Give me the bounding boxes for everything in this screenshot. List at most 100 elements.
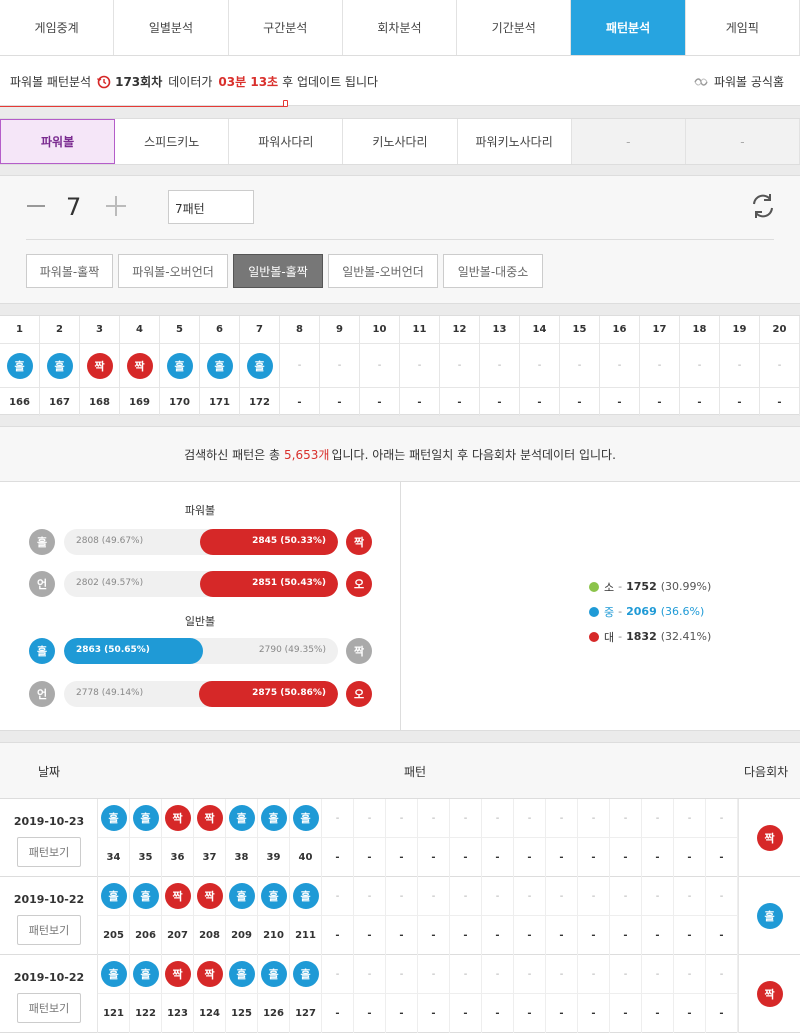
pattern-type-button[interactable]: 일반볼-대중소 — [443, 254, 543, 288]
empty-cell: - — [559, 968, 564, 980]
right-result-ball: 오 — [346, 571, 372, 597]
game-tab[interactable]: 파워사다리 — [229, 119, 344, 164]
history-round: 126 — [263, 1008, 284, 1019]
round-number: 170 — [169, 396, 190, 408]
round-number: - — [577, 396, 582, 408]
pattern-select[interactable]: 7패턴 — [168, 190, 254, 224]
history-round: 123 — [167, 1008, 188, 1019]
header-next: 다음회차 — [744, 765, 789, 779]
empty-cell: - — [527, 968, 532, 980]
history-cell: -- — [450, 955, 482, 1033]
history-cell: -- — [482, 955, 514, 1033]
empty-cell: - — [527, 812, 532, 824]
notice-suffix: 후 업데이트 됩니다 — [282, 75, 379, 89]
pattern-type-button[interactable]: 일반볼-홀짝 — [233, 254, 323, 288]
left-result-ball: 언 — [29, 681, 55, 707]
empty-cell: - — [417, 360, 422, 371]
official-site-link[interactable]: 파워볼 공식홈 — [693, 73, 784, 90]
history-round: - — [495, 852, 500, 863]
size-item: 소 -1752 (30.99%) — [589, 574, 711, 599]
round-number: - — [457, 396, 462, 408]
left-result-ball: 언 — [29, 571, 55, 597]
round-number: - — [337, 396, 342, 408]
result-ball: 짝 — [86, 352, 113, 379]
pattern-column: 11 - - — [400, 316, 440, 416]
history-round: - — [623, 852, 628, 863]
history-cell: -- — [674, 877, 706, 955]
history-row: 2019-10-22 패턴보기 홀 205 홀 206 짝 207 짝 208 홀 209 홀 210 홀 2… — [0, 877, 800, 955]
top-tab[interactable]: 게임중계 — [0, 0, 115, 55]
history-round: 36 — [170, 852, 185, 863]
history-cell: 짝 123 — [162, 955, 194, 1033]
history-ball-cell: - — [418, 877, 449, 916]
history-ball-cell: - — [450, 799, 481, 838]
history-ball-cell: - — [546, 955, 577, 994]
game-tab[interactable]: 스피드키노 — [115, 119, 230, 164]
top-tab[interactable]: 구간분석 — [229, 0, 343, 55]
top-tab[interactable]: 패턴분석 — [571, 0, 686, 55]
empty-cell: - — [399, 968, 404, 980]
empty-cell: - — [399, 890, 404, 902]
size-value: 1832 — [626, 630, 657, 643]
empty-cell: - — [495, 812, 500, 824]
history-cell: 홀 127 — [290, 955, 322, 1033]
round-number: - — [657, 396, 662, 408]
right-value: 2851 (50.43%) — [252, 578, 326, 588]
game-tab[interactable]: 파워볼 — [0, 119, 116, 164]
view-pattern-button[interactable]: 패턴보기 — [17, 915, 81, 945]
game-tab[interactable]: 파워키노사다리 — [458, 119, 572, 164]
history-round: - — [399, 1008, 404, 1019]
pattern-column: 13 - - — [480, 316, 520, 416]
round-number: - — [297, 396, 302, 408]
pattern-type-button[interactable]: 파워볼-홀짝 — [26, 254, 113, 288]
pattern-type-buttons: 파워볼-홀짝 파워볼-오버언더 일반볼-홀짝 일반볼-오버언더 일반볼-대중소 — [26, 254, 548, 288]
history-cell: -- — [546, 955, 578, 1033]
increase-button[interactable] — [105, 190, 127, 225]
history-ball-cell: 홀 — [258, 955, 289, 994]
history-cell: 짝 37 — [194, 799, 226, 877]
view-pattern-button[interactable]: 패턴보기 — [17, 837, 81, 867]
history-round: - — [687, 930, 692, 941]
ball-cell: - — [320, 344, 359, 388]
result-ball: 홀 — [100, 961, 127, 987]
column-number: 8 — [280, 316, 319, 344]
top-tab[interactable]: 일별분석 — [114, 0, 229, 55]
history-round: - — [559, 1008, 564, 1019]
round-number: 166 — [9, 396, 30, 408]
pattern-column: 17 - - — [640, 316, 680, 416]
top-tab[interactable]: 회차분석 — [343, 0, 458, 55]
result-ball: 홀 — [100, 883, 127, 909]
ball-cell: - — [400, 344, 439, 388]
view-pattern-button[interactable]: 패턴보기 — [17, 993, 81, 1023]
ball-cell: - — [280, 344, 319, 388]
ball-cell: - — [600, 344, 639, 388]
size-value: 1752 — [626, 580, 657, 593]
history-cell: -- — [578, 955, 610, 1033]
top-tab[interactable]: 게임픽 — [686, 0, 800, 55]
pattern-type-button[interactable]: 일반볼-오버언더 — [328, 254, 438, 288]
legend-dot — [589, 581, 599, 592]
empty-cell: - — [623, 812, 628, 824]
history-round: 37 — [202, 852, 217, 863]
history-cell: -- — [354, 955, 386, 1033]
game-tab[interactable]: 키노사다리 — [343, 119, 458, 164]
history-cell: -- — [642, 799, 674, 877]
refresh-icon[interactable] — [748, 191, 778, 221]
pattern-type-button[interactable]: 파워볼-오버언더 — [118, 254, 228, 288]
pattern-table: 1 홀 166 2 홀 167 3 짝 168 4 짝 169 5 홀 170 6 홀 171 7 홀 172 8- -9-… — [0, 315, 800, 416]
history-ball-cell: - — [482, 955, 513, 994]
size-separator: - — [618, 630, 623, 643]
pattern-column: 8 - - — [280, 316, 320, 416]
decrease-button[interactable] — [26, 190, 46, 225]
history-ball-cell: 홀 — [226, 799, 257, 838]
pattern-column: 6 홀 171 — [200, 316, 240, 416]
history-cell: -- — [546, 877, 578, 955]
left-value: 2863 (50.65%) — [76, 645, 150, 655]
column-number: 15 — [560, 316, 599, 344]
top-tab[interactable]: 기간분석 — [457, 0, 572, 55]
history-cell: 홀 38 — [226, 799, 258, 877]
left-value: 2778 (49.14%) — [76, 688, 144, 698]
result-ball: 홀 — [246, 352, 273, 379]
ball-cell: - — [680, 344, 719, 388]
history-round: - — [367, 852, 372, 863]
